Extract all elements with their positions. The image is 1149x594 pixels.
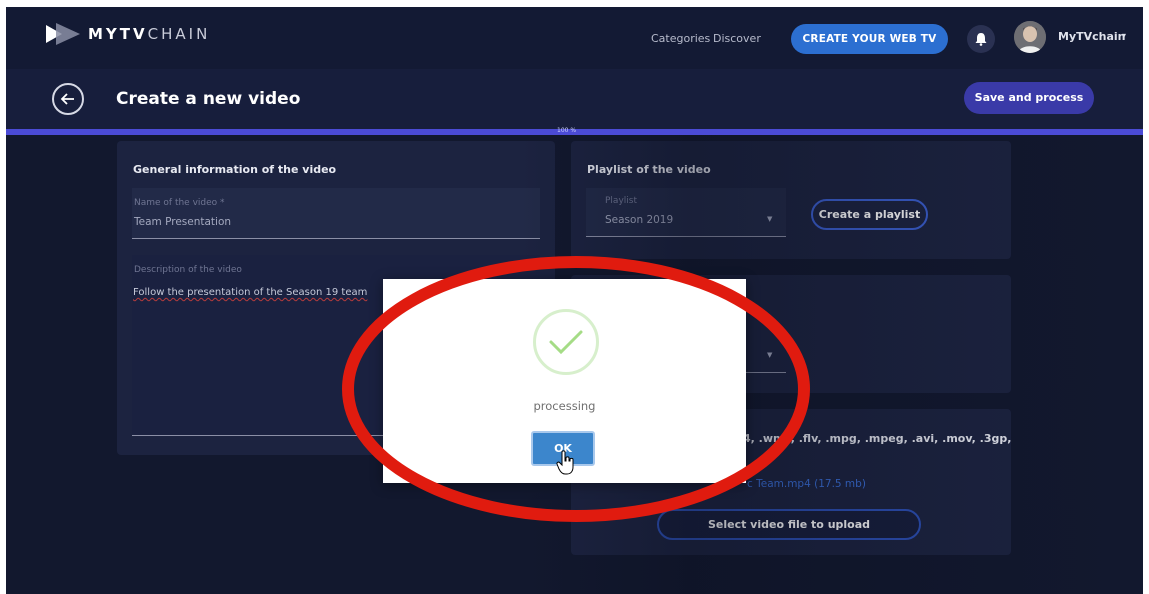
create-playlist-button[interactable]: Create a playlist — [811, 199, 928, 230]
dialog-message: processing — [533, 399, 596, 413]
playlist-title: Playlist of the video — [587, 163, 711, 176]
general-info-title: General information of the video — [133, 163, 337, 176]
description-label: Description of the video — [134, 265, 242, 275]
save-and-process-button[interactable]: Save and process — [964, 82, 1094, 114]
video-name-underline — [132, 238, 540, 239]
dropdown-arrow-icon: ▼ — [767, 351, 773, 359]
video-name-label: Name of the video * — [134, 198, 225, 208]
hand-cursor-icon — [556, 450, 574, 475]
video-name-field[interactable] — [132, 188, 540, 238]
accepted-formats-text: 4, .wmv, .flv, .mpg, .mpeg, .avi, .mov, … — [743, 432, 1012, 445]
description-value: Follow the presentation of the Season 19… — [133, 287, 368, 298]
arrow-left-icon — [60, 93, 74, 105]
back-button[interactable] — [52, 83, 84, 115]
dropdown-arrow-icon: ▼ — [767, 215, 773, 223]
logo-text: MYTVCHAIN — [88, 25, 211, 43]
create-web-tv-button[interactable]: CREATE YOUR WEB TV — [791, 24, 948, 54]
playlist-value: Season 2019 — [605, 214, 674, 226]
video-name-value: Team Presentation — [134, 216, 232, 228]
page-header: Create a new video Save and process — [6, 69, 1143, 129]
logo-icon — [46, 23, 80, 45]
chevron-down-icon[interactable]: ▾ — [1122, 31, 1126, 40]
uploaded-file-name[interactable]: c Team.mp4 (17.5 mb) — [747, 478, 866, 490]
playlist-card: Playlist of the video Playlist Season 20… — [571, 141, 1011, 259]
playlist-label: Playlist — [605, 196, 637, 206]
page-title: Create a new video — [116, 89, 301, 109]
avatar[interactable] — [1014, 21, 1046, 53]
check-icon — [549, 330, 583, 355]
logo[interactable]: MYTVCHAIN — [46, 21, 210, 47]
top-bar: MYTVCHAIN Categories Discover CREATE YOU… — [6, 7, 1143, 69]
progress-label: 100 % — [557, 127, 577, 134]
nav-categories[interactable]: Categories — [651, 32, 710, 45]
nav-discover[interactable]: Discover — [713, 32, 761, 45]
success-icon — [533, 309, 599, 375]
bell-icon — [975, 33, 987, 46]
username[interactable]: MyTVchain — [1058, 30, 1126, 43]
user-photo-icon — [1014, 21, 1046, 53]
notifications-button[interactable] — [967, 25, 995, 53]
playlist-underline — [586, 236, 786, 237]
select-video-file-button[interactable]: Select video file to upload — [657, 509, 921, 540]
